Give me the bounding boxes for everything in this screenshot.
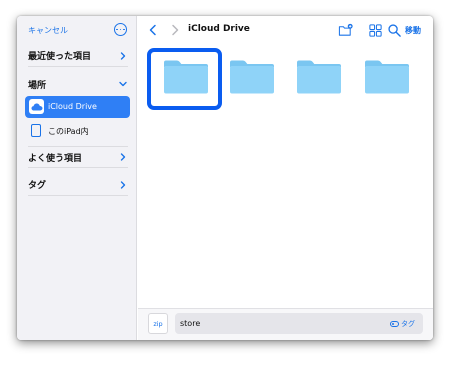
section-favorites[interactable]: よく使う項目 bbox=[28, 146, 128, 168]
new-folder-icon[interactable] bbox=[338, 23, 353, 38]
sidebar-item-label: このiPad内 bbox=[48, 127, 89, 136]
tag-button-label: タグ bbox=[401, 320, 415, 328]
page-title: iCloud Drive bbox=[188, 24, 250, 34]
ipad-icon bbox=[31, 124, 41, 137]
section-locations-label: 場所 bbox=[28, 80, 47, 91]
back-icon[interactable] bbox=[147, 24, 159, 36]
file-picker-window: キャンセル 最近使った項目 場所 iCloud Drive このiPad内 よく… bbox=[17, 16, 433, 340]
more-dot bbox=[119, 28, 122, 31]
tag-button[interactable]: タグ bbox=[390, 319, 415, 329]
section-favorites-label: よく使う項目 bbox=[28, 153, 83, 164]
section-recents-label: 最近使った項目 bbox=[28, 52, 92, 62]
section-locations[interactable]: 場所 bbox=[28, 73, 128, 95]
zip-button[interactable]: zip bbox=[148, 313, 168, 334]
chevron-down-icon bbox=[119, 81, 127, 87]
more-options-icon[interactable] bbox=[114, 23, 127, 36]
folder-icon[interactable] bbox=[295, 59, 343, 95]
icloud-icon bbox=[29, 99, 44, 114]
sidebar: キャンセル 最近使った項目 場所 iCloud Drive このiPad内 よく… bbox=[17, 16, 137, 340]
sidebar-item-icloud-drive[interactable]: iCloud Drive bbox=[25, 96, 130, 118]
section-tags[interactable]: タグ bbox=[28, 174, 128, 196]
chevron-right-icon bbox=[120, 153, 126, 161]
sidebar-item-on-my-ipad[interactable]: このiPad内 bbox=[25, 120, 130, 142]
section-tags-label: タグ bbox=[28, 181, 47, 191]
grid-view-icon[interactable] bbox=[368, 23, 383, 38]
filename-field[interactable] bbox=[175, 313, 423, 334]
sidebar-item-label: iCloud Drive bbox=[48, 102, 97, 111]
folder-icon[interactable] bbox=[162, 59, 210, 95]
move-button[interactable]: 移動 bbox=[405, 25, 421, 36]
main-content: iCloud Drive 移動 zip store タグ bbox=[138, 16, 433, 340]
forward-icon[interactable] bbox=[169, 24, 181, 36]
chevron-right-icon bbox=[120, 51, 126, 60]
chevron-right-icon bbox=[120, 180, 126, 189]
cancel-button[interactable]: キャンセル bbox=[28, 25, 68, 36]
toolbar: iCloud Drive 移動 bbox=[138, 16, 433, 46]
more-dot bbox=[116, 28, 119, 31]
sidebar-header: キャンセル bbox=[17, 16, 137, 46]
tag-toggle-icon bbox=[390, 321, 399, 327]
folder-icon[interactable] bbox=[363, 59, 411, 95]
search-icon[interactable] bbox=[387, 23, 402, 38]
folder-icon[interactable] bbox=[228, 59, 276, 95]
more-dot bbox=[122, 28, 125, 31]
section-recents[interactable]: 最近使った項目 bbox=[28, 45, 128, 67]
save-bar: zip タグ bbox=[138, 308, 433, 340]
